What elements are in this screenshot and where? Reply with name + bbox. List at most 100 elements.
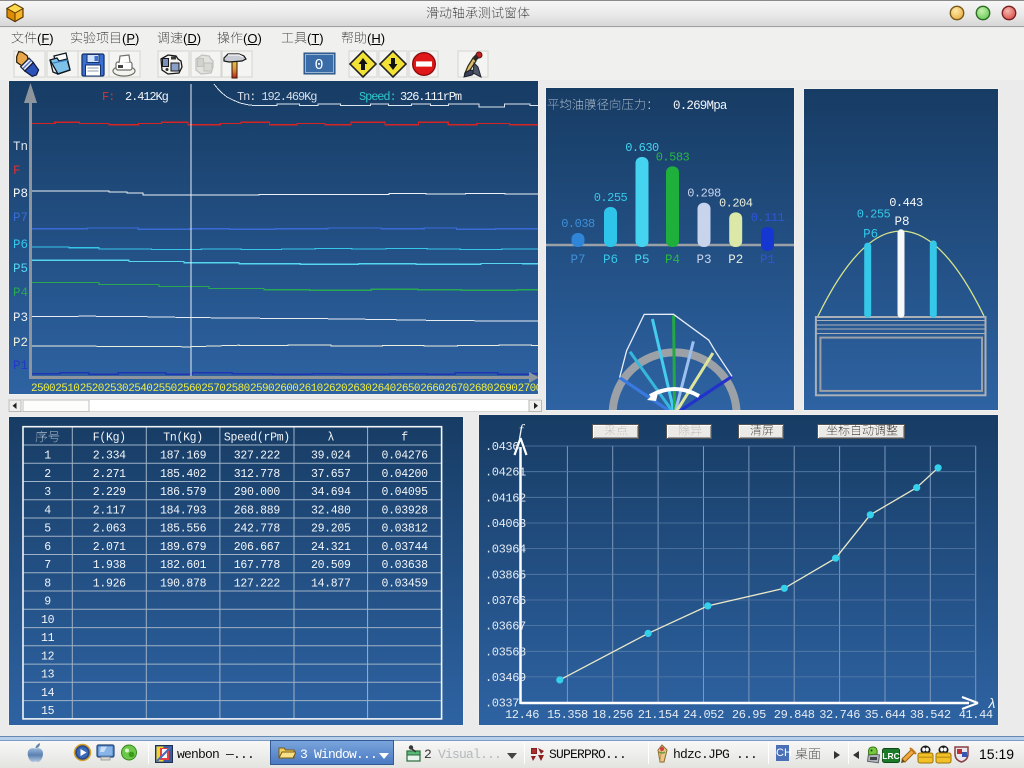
svg-text:2700: 2700: [518, 383, 539, 395]
svg-text:2550: 2550: [153, 383, 177, 395]
svg-text:F(Kg): F(Kg): [93, 432, 126, 445]
svg-text:24.321: 24.321: [311, 541, 351, 554]
svg-text:2670: 2670: [445, 383, 469, 395]
svg-text:Tn: Tn: [13, 140, 28, 154]
svg-text:0.03638: 0.03638: [381, 559, 428, 572]
svg-text:Speed(rPm): Speed(rPm): [224, 432, 290, 445]
svg-text:2680: 2680: [469, 383, 493, 395]
svg-text:P2: P2: [13, 336, 28, 350]
svg-text:2580: 2580: [226, 383, 250, 395]
svg-text:268.889: 268.889: [234, 504, 281, 517]
svg-text:F:: F:: [102, 90, 114, 104]
svg-text:0.269Mpa: 0.269Mpa: [673, 99, 728, 113]
svg-text:15: 15: [41, 705, 55, 718]
svg-text:2510: 2510: [55, 383, 79, 395]
svg-text:24.052: 24.052: [683, 708, 724, 722]
svg-text:.04162: .04162: [485, 491, 526, 505]
svg-text:34.694: 34.694: [311, 486, 351, 499]
svg-text:14: 14: [41, 687, 55, 700]
svg-text:29.205: 29.205: [311, 523, 351, 536]
svg-text:206.667: 206.667: [234, 541, 280, 554]
svg-text:2.117: 2.117: [93, 504, 126, 517]
svg-text:3: 3: [44, 486, 51, 499]
svg-text:P6: P6: [13, 238, 28, 252]
svg-text:2560: 2560: [177, 383, 201, 395]
svg-text:35.644: 35.644: [865, 708, 906, 722]
svg-text:0.443: 0.443: [889, 196, 923, 210]
svg-text:12.46: 12.46: [505, 708, 539, 722]
svg-text:2.334: 2.334: [93, 450, 126, 463]
svg-text:P8: P8: [13, 187, 28, 201]
svg-text:0.204: 0.204: [719, 196, 753, 210]
svg-text:0.255: 0.255: [594, 191, 628, 205]
svg-text:P4: P4: [665, 253, 680, 267]
svg-text:0.04095: 0.04095: [381, 486, 428, 499]
svg-text:11: 11: [41, 632, 55, 645]
svg-text:.03469: .03469: [485, 671, 526, 685]
svg-text:26.95: 26.95: [732, 708, 766, 722]
svg-text:39.024: 39.024: [311, 450, 351, 463]
svg-text:2590: 2590: [250, 383, 274, 395]
svg-text:2: 2: [44, 468, 51, 481]
svg-text:38.542: 38.542: [910, 708, 951, 722]
svg-text:8: 8: [44, 577, 51, 590]
svg-text:.04063: .04063: [485, 517, 526, 531]
svg-text:1.938: 1.938: [93, 559, 126, 572]
svg-text:0.111: 0.111: [751, 211, 785, 225]
svg-text:P6: P6: [863, 228, 878, 242]
svg-text:P8: P8: [894, 215, 909, 229]
svg-text:P7: P7: [570, 253, 585, 267]
svg-text:15.358: 15.358: [547, 708, 588, 722]
svg-text:λ: λ: [988, 695, 996, 711]
svg-text:4: 4: [44, 504, 51, 517]
svg-text:1: 1: [44, 450, 51, 463]
svg-text:190.878: 190.878: [160, 577, 207, 590]
svg-text:32.480: 32.480: [311, 504, 351, 517]
svg-text:1.926: 1.926: [93, 577, 126, 590]
svg-text:2570: 2570: [201, 383, 225, 395]
svg-text:327.222: 327.222: [234, 450, 281, 463]
svg-text:187.169: 187.169: [160, 450, 207, 463]
svg-text:0.298: 0.298: [687, 187, 721, 201]
svg-text:0.038: 0.038: [561, 217, 595, 231]
svg-text:.03766: .03766: [485, 594, 526, 608]
svg-text:0: 0: [314, 57, 323, 74]
svg-text:12: 12: [41, 650, 55, 663]
svg-text:P1: P1: [13, 359, 28, 373]
svg-text:37.657: 37.657: [311, 468, 351, 481]
svg-text:.03667: .03667: [485, 620, 526, 634]
svg-text:2.412Kg: 2.412Kg: [125, 90, 169, 104]
svg-text:167.778: 167.778: [234, 559, 281, 572]
svg-text:0.03744: 0.03744: [381, 541, 428, 554]
svg-text:0.03812: 0.03812: [381, 523, 428, 536]
svg-text:λ: λ: [327, 432, 334, 445]
svg-text:2500: 2500: [31, 383, 55, 395]
svg-text:F: F: [13, 164, 21, 178]
svg-text:242.778: 242.778: [234, 523, 281, 536]
svg-text:Tn: 192.469Kg: Tn: 192.469Kg: [237, 90, 317, 104]
svg-text:7: 7: [44, 559, 51, 572]
svg-text:.03568: .03568: [485, 645, 526, 659]
svg-text:20.509: 20.509: [311, 559, 351, 572]
svg-text:2690: 2690: [493, 383, 517, 395]
svg-text:P5: P5: [634, 253, 649, 267]
svg-text:18.256: 18.256: [592, 708, 633, 722]
svg-text:P2: P2: [728, 253, 743, 267]
svg-text:Tn(Kg): Tn(Kg): [163, 432, 203, 445]
svg-text:0.04200: 0.04200: [381, 468, 428, 481]
svg-text:2610: 2610: [299, 383, 323, 395]
svg-text:6: 6: [44, 541, 51, 554]
svg-text:2530: 2530: [104, 383, 128, 395]
svg-text:.0436: .0436: [485, 440, 519, 454]
svg-text:182.601: 182.601: [160, 559, 207, 572]
svg-text:2600: 2600: [274, 383, 298, 395]
svg-text:189.679: 189.679: [160, 541, 207, 554]
svg-text:0.03928: 0.03928: [381, 504, 428, 517]
svg-text:P7: P7: [13, 211, 28, 225]
svg-text:2.229: 2.229: [93, 486, 126, 499]
svg-text:0.630: 0.630: [625, 141, 659, 155]
svg-text:2.063: 2.063: [93, 523, 126, 536]
svg-text:10: 10: [41, 614, 55, 627]
svg-text:127.222: 127.222: [234, 577, 281, 590]
svg-text:2620: 2620: [323, 383, 347, 395]
